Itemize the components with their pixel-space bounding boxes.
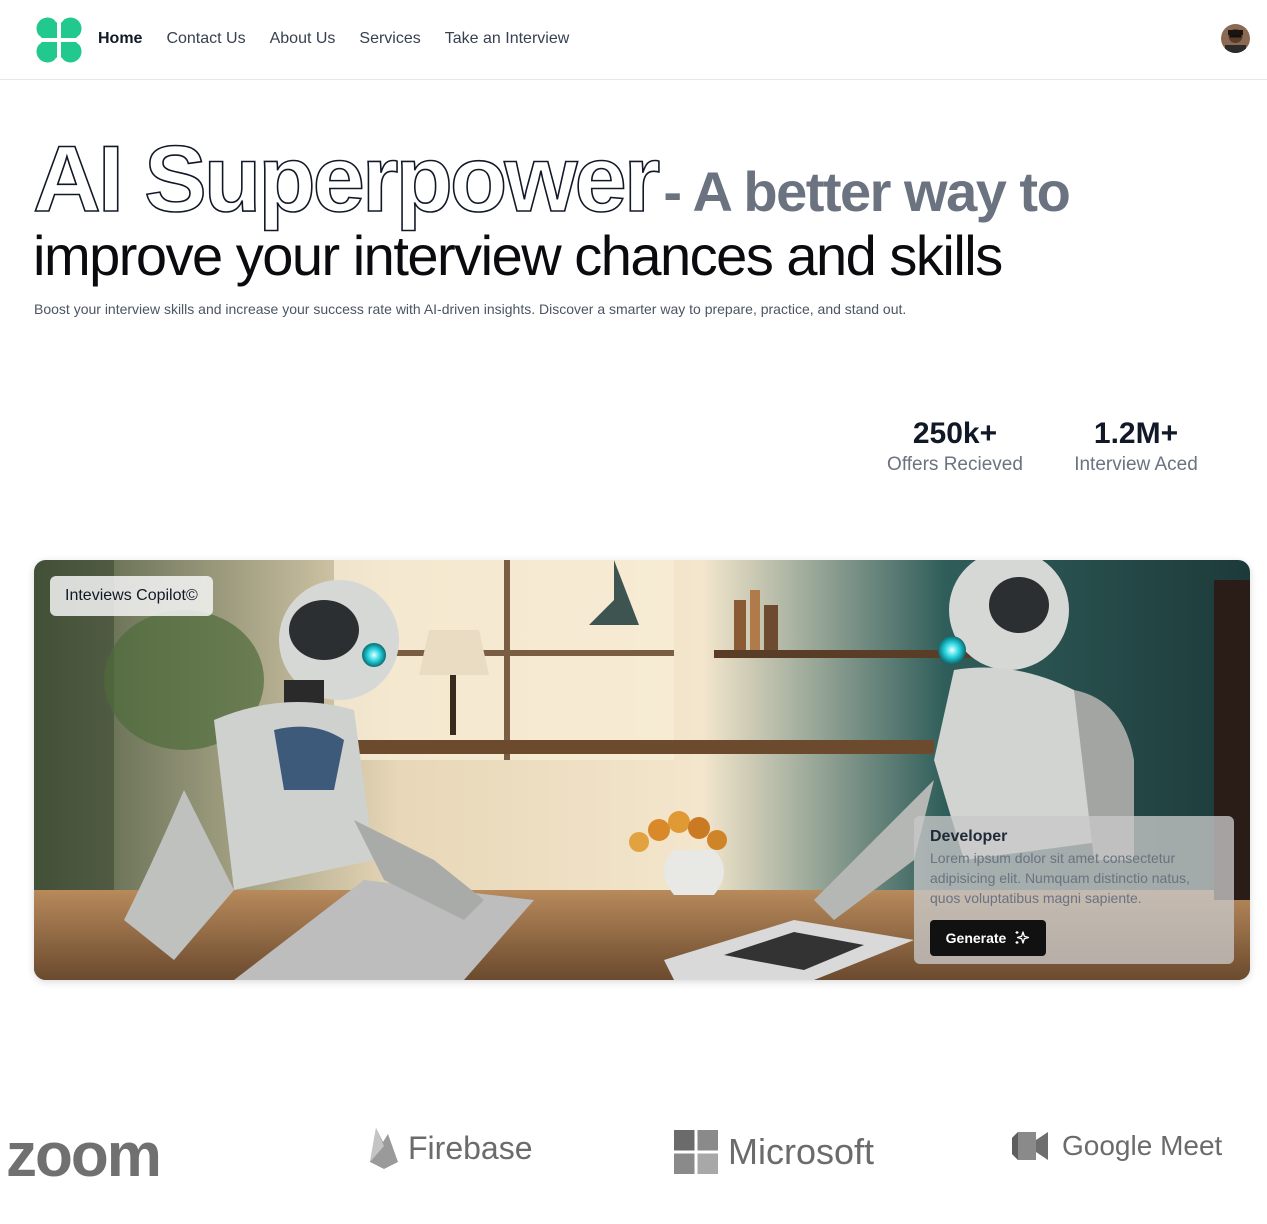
hero-subtitle: Boost your interview skills and increase… — [34, 301, 907, 317]
nav-contact-us[interactable]: Contact Us — [166, 28, 245, 50]
firebase-logo: Firebase — [368, 1126, 533, 1170]
clover-logo-icon[interactable] — [35, 16, 83, 64]
stat-interviews-label: Interview Aced — [1074, 454, 1198, 475]
generate-button-label: Generate — [945, 930, 1007, 946]
hero-title-line2: improve your interview chances and skill… — [33, 224, 1003, 287]
stat-interviews-value: 1.2M+ — [1093, 417, 1179, 450]
developer-title: Developer — [930, 828, 1008, 845]
nav-home[interactable]: Home — [98, 28, 142, 50]
google-meet-logo: Google Meet — [1012, 1130, 1222, 1162]
sparkles-icon — [1015, 931, 1030, 944]
stat-offers-value: 250k+ — [912, 417, 998, 450]
google-meet-logo-text: Google Meet — [1062, 1130, 1223, 1161]
hero-grey-title: - A better way to — [663, 160, 1070, 223]
stat-interviews: 1.2M+ Interview Aced — [1066, 416, 1206, 476]
nav-take-interview[interactable]: Take an Interview — [445, 28, 570, 50]
zoom-logo: zoom — [6, 1120, 162, 1191]
partner-logos: zoom Firebase Microsoft Google Meet — [0, 1110, 1267, 1190]
developer-panel: Developer Lorem ipsum dolor sit amet con… — [914, 816, 1234, 964]
main-nav: Home Contact Us About Us Services Take a… — [98, 28, 569, 50]
microsoft-squares-icon — [674, 1130, 718, 1174]
firebase-flame-icon — [370, 1128, 398, 1169]
firebase-logo-text: Firebase — [408, 1129, 533, 1166]
avatar-image — [1221, 24, 1250, 53]
microsoft-logo-text: Microsoft — [728, 1131, 875, 1172]
stat-offers-label: Offers Recieved — [887, 454, 1023, 475]
developer-description: Lorem ipsum dolor sit amet consectetur a… — [930, 850, 1190, 906]
nav-services[interactable]: Services — [359, 28, 420, 50]
copilot-tag: Inteviews Copilot© — [50, 576, 213, 616]
google-meet-camera-icon — [1012, 1132, 1048, 1160]
hero-image-card: Inteviews Copilot© Developer Lorem ipsum… — [34, 560, 1250, 980]
top-navbar: Home Contact Us About Us Services Take a… — [0, 0, 1267, 80]
hero-outline-title: AI Superpower — [32, 126, 661, 231]
zoom-logo-text: zoom — [6, 1121, 162, 1190]
generate-button[interactable]: Generate — [930, 920, 1046, 956]
microsoft-logo: Microsoft — [674, 1130, 874, 1174]
hero-title-line1: AI Superpower - A better way to — [32, 126, 1071, 231]
stat-offers: 250k+ Offers Recieved — [880, 416, 1030, 476]
user-avatar[interactable] — [1221, 24, 1250, 53]
nav-about-us[interactable]: About Us — [270, 28, 336, 50]
